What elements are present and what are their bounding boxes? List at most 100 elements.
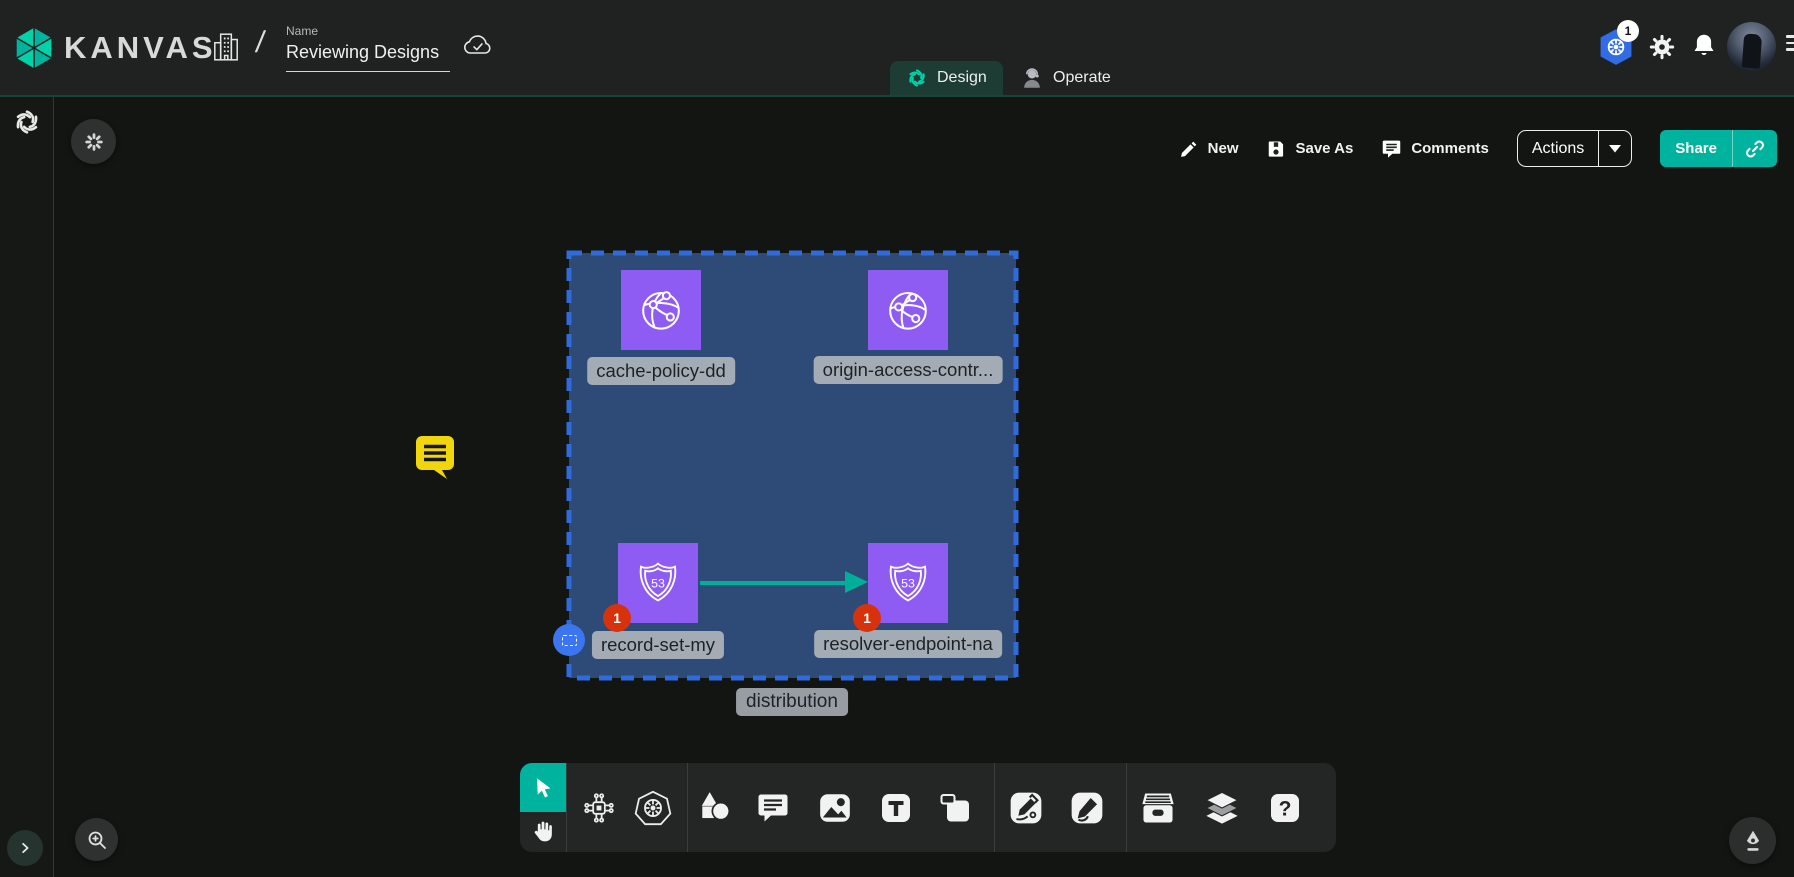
notifications-bell-icon[interactable] bbox=[1691, 32, 1717, 60]
asterisk-flower-icon bbox=[83, 131, 105, 153]
name-field-label: Name bbox=[286, 24, 456, 38]
share-label: Share bbox=[1660, 130, 1732, 167]
cursor-arrow-icon bbox=[531, 776, 555, 800]
comments-button[interactable]: Comments bbox=[1381, 138, 1489, 159]
group-drag-handle[interactable] bbox=[553, 624, 585, 656]
svg-text:53: 53 bbox=[901, 576, 915, 590]
design-name-input[interactable] bbox=[286, 42, 450, 72]
actions-button[interactable]: Actions bbox=[1517, 130, 1632, 167]
note-icon bbox=[938, 791, 972, 825]
pencil-draw-icon bbox=[1069, 790, 1105, 826]
group-label-distribution[interactable]: distribution bbox=[736, 688, 848, 716]
new-button[interactable]: New bbox=[1179, 139, 1239, 159]
cloudfront-globe-icon bbox=[877, 279, 939, 341]
pen-path-icon bbox=[1008, 790, 1044, 826]
hand-icon bbox=[530, 819, 556, 845]
tab-operate[interactable]: Operate bbox=[1004, 61, 1127, 95]
magnifier-plus-icon bbox=[85, 828, 109, 852]
tool-image[interactable] bbox=[809, 763, 861, 852]
link-icon bbox=[1744, 138, 1766, 160]
sidebar-expand-button[interactable] bbox=[7, 830, 43, 866]
help-question-icon: ? bbox=[1268, 791, 1302, 825]
pen-nib-icon bbox=[1740, 828, 1766, 854]
logo-text[interactable]: KANVAS bbox=[64, 30, 217, 66]
kubernetes-helm-icon bbox=[634, 789, 672, 827]
dock-divider bbox=[566, 763, 567, 852]
dock-divider bbox=[994, 763, 995, 852]
whiteboarding-button[interactable] bbox=[1729, 817, 1776, 864]
chevron-right-icon bbox=[16, 839, 34, 857]
tool-text[interactable] bbox=[870, 763, 922, 852]
tool-pen[interactable] bbox=[1000, 763, 1052, 852]
kanvas-logo-icon[interactable] bbox=[14, 25, 54, 71]
settings-gear-icon[interactable] bbox=[1648, 33, 1676, 61]
canvas-widgets-button[interactable] bbox=[71, 119, 116, 164]
tab-design-label: Design bbox=[937, 69, 987, 87]
tool-comment[interactable] bbox=[747, 763, 799, 852]
route53-shield-icon: 53 bbox=[877, 552, 939, 614]
tool-kubernetes[interactable] bbox=[627, 763, 679, 852]
edge-record-set-to-resolver[interactable] bbox=[700, 581, 847, 585]
canvas-comment-marker[interactable] bbox=[414, 434, 456, 480]
save-as-label: Save As bbox=[1295, 140, 1353, 157]
tool-help[interactable]: ? bbox=[1259, 763, 1311, 852]
header-divider bbox=[0, 95, 1794, 97]
share-link-section[interactable] bbox=[1732, 130, 1777, 167]
tab-operate-label: Operate bbox=[1053, 69, 1111, 87]
share-button[interactable]: Share bbox=[1660, 130, 1777, 167]
sidebar-spiral-icon[interactable] bbox=[12, 107, 42, 137]
zoom-in-button[interactable] bbox=[75, 818, 118, 861]
operate-person-icon bbox=[1020, 66, 1044, 90]
badge-resolver-endpoint[interactable]: 1 bbox=[853, 604, 881, 632]
header: KANVAS / Name bbox=[0, 0, 1794, 95]
overflow-menu-icon[interactable] bbox=[1786, 35, 1794, 55]
caret-down-icon bbox=[1609, 145, 1621, 153]
kubernetes-context-badge[interactable]: 1 bbox=[1617, 20, 1639, 42]
tool-note[interactable] bbox=[929, 763, 981, 852]
design-name-field: Name bbox=[286, 24, 456, 72]
badge-record-set[interactable]: 1 bbox=[603, 604, 631, 632]
node-label-cache-policy[interactable]: cache-policy-dd bbox=[587, 357, 735, 385]
tool-shapes[interactable] bbox=[689, 763, 741, 852]
node-label-resolver-endpoint[interactable]: resolver-endpoint-na bbox=[814, 630, 1002, 658]
node-record-set[interactable]: 53 bbox=[618, 543, 698, 623]
tool-pan[interactable] bbox=[520, 812, 566, 852]
image-icon bbox=[817, 790, 853, 826]
actions-caret[interactable] bbox=[1598, 131, 1631, 166]
dock-divider bbox=[1126, 763, 1127, 852]
dock-divider bbox=[687, 763, 688, 852]
canvas-toolbar: New Save As Comments Actions bbox=[1179, 130, 1777, 167]
tool-drawer[interactable] bbox=[1132, 763, 1184, 852]
shapes-icon bbox=[697, 790, 733, 826]
text-icon bbox=[879, 791, 913, 825]
node-origin-access-control[interactable] bbox=[868, 270, 948, 350]
svg-text:53: 53 bbox=[651, 576, 665, 590]
node-label-record-set[interactable]: record-set-my bbox=[592, 631, 724, 659]
kanvas-app: KANVAS / Name bbox=[0, 0, 1794, 877]
tool-layers[interactable] bbox=[1196, 763, 1248, 852]
organization-icon[interactable] bbox=[212, 31, 240, 63]
design-spiral-icon bbox=[906, 67, 928, 89]
tool-mesh-sync[interactable] bbox=[573, 763, 625, 852]
svg-text:?: ? bbox=[1279, 797, 1292, 820]
pencil-icon bbox=[1179, 139, 1199, 159]
save-as-button[interactable]: Save As bbox=[1266, 139, 1353, 159]
comment-bubble-icon bbox=[756, 791, 790, 825]
tool-select[interactable] bbox=[520, 763, 566, 812]
left-sidebar bbox=[0, 97, 54, 877]
user-avatar[interactable] bbox=[1727, 22, 1776, 71]
tab-design[interactable]: Design bbox=[890, 61, 1003, 95]
node-resolver-endpoint[interactable]: 53 bbox=[868, 543, 948, 623]
node-cache-policy[interactable] bbox=[621, 270, 701, 350]
actions-label: Actions bbox=[1518, 131, 1598, 166]
node-label-origin-access-control[interactable]: origin-access-contr... bbox=[814, 356, 1003, 384]
cloud-sync-icon[interactable] bbox=[462, 32, 494, 58]
tool-pencil[interactable] bbox=[1061, 763, 1113, 852]
mesh-chip-icon bbox=[581, 790, 617, 826]
new-label: New bbox=[1208, 140, 1239, 157]
layers-icon bbox=[1203, 789, 1241, 827]
avatar-figure bbox=[1742, 33, 1762, 68]
comments-label: Comments bbox=[1411, 140, 1489, 157]
bottom-tool-dock: ? bbox=[520, 763, 1336, 852]
save-floppy-icon bbox=[1266, 139, 1286, 159]
